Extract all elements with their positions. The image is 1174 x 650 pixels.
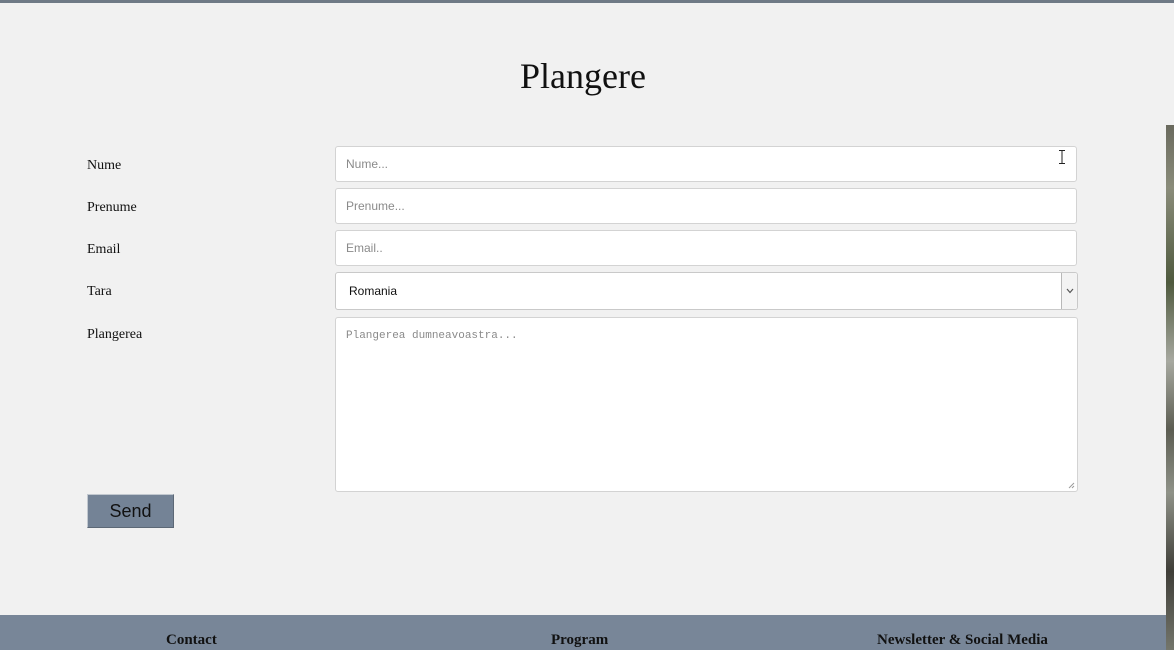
footer-heading-program: Program: [551, 632, 609, 648]
text-cursor-icon: [1059, 150, 1065, 164]
prenume-input[interactable]: [335, 188, 1077, 224]
nume-input[interactable]: [335, 146, 1077, 182]
email-input[interactable]: [335, 230, 1077, 266]
page-title: Plangere: [520, 56, 646, 96]
send-button[interactable]: Send: [87, 494, 174, 528]
footer-heading-newsletter: Newsletter & Social Media: [877, 632, 1048, 648]
chevron-down-icon[interactable]: [1061, 273, 1077, 309]
resize-grip-icon[interactable]: [1066, 480, 1075, 489]
country-select-value: Romania: [349, 284, 398, 298]
footer-heading-contact: Contact: [166, 632, 217, 648]
email-label: Email: [87, 242, 121, 257]
tara-label: Tara: [87, 284, 112, 299]
country-select[interactable]: Romania: [335, 272, 1078, 310]
plangerea-label: Plangerea: [87, 327, 143, 342]
plangerea-textarea[interactable]: [335, 317, 1078, 492]
nume-label: Nume: [87, 158, 122, 173]
background-photo-edge: [1166, 125, 1174, 650]
footer: Contact Program Newsletter & Social Medi…: [0, 615, 1166, 650]
prenume-label: Prenume: [87, 200, 137, 215]
complaint-page: Plangere Nume Prenume Email Tara Romania…: [0, 3, 1166, 615]
